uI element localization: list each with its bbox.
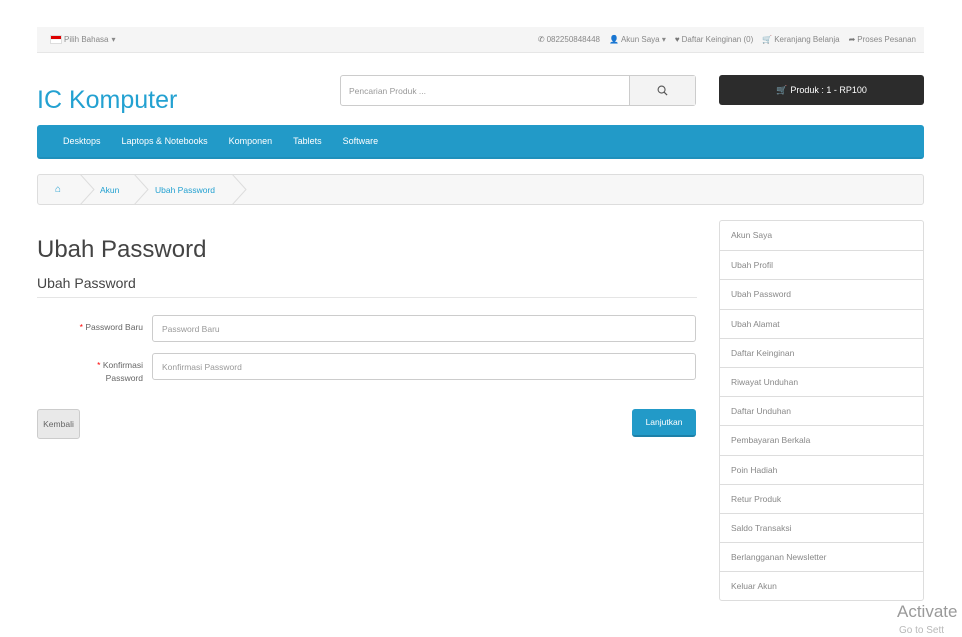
nav-item-komponen[interactable]: Komponen (229, 136, 273, 146)
sidebar-item-pembayaran-berkala[interactable]: Pembayaran Berkala (720, 425, 923, 454)
cart-summary: Produk : 1 - RP100 (790, 85, 867, 95)
main-nav: Desktops Laptops & Notebooks Komponen Ta… (37, 125, 924, 159)
nav-item-software[interactable]: Software (343, 136, 379, 146)
legend-divider (37, 297, 697, 298)
sidebar-item-akun-saya[interactable]: Akun Saya (720, 221, 923, 250)
sidebar-item-newsletter[interactable]: Berlangganan Newsletter (720, 542, 923, 571)
user-icon: 👤 (608, 35, 619, 44)
activation-watermark-sub: Go to Sett (899, 625, 945, 636)
sidebar-item-retur-produk[interactable]: Retur Produk (720, 483, 923, 513)
language-label: Pilih Bahasa (64, 35, 109, 44)
sidebar-item-riwayat-unduhan[interactable]: Riwayat Unduhan (720, 366, 923, 396)
breadcrumb-separator (133, 174, 149, 205)
sidebar-item-ubah-profil[interactable]: Ubah Profil (720, 250, 923, 279)
search-button[interactable] (629, 76, 695, 105)
activation-watermark: Activate (897, 602, 958, 621)
nav-item-tablets[interactable]: Tablets (293, 136, 322, 146)
home-icon[interactable]: ⌂ (55, 184, 61, 195)
confirm-label-text: Konfirmasi Password (102, 360, 143, 383)
checkout-label: Proses Pesanan (857, 35, 916, 44)
required-marker: * (79, 322, 83, 332)
top-bar: Pilih Bahasa ▾ ✆ 082250848448 👤 Akun Saya … (37, 27, 924, 53)
sidebar-item-ubah-password[interactable]: Ubah Password (720, 279, 923, 308)
share-arrow-icon: ➦ (848, 35, 856, 44)
search-box[interactable]: Pencarian Produk ... (340, 75, 696, 106)
sidebar-item-poin-hadiah[interactable]: Poin Hadiah (720, 454, 923, 484)
breadcrumb-ubah-password[interactable]: Ubah Password (155, 185, 215, 195)
breadcrumb: ⌂ Akun Ubah Password (37, 174, 924, 205)
required-marker: * (97, 360, 101, 370)
wishlist-link[interactable]: ♥ Daftar Keinginan (0) (675, 35, 753, 44)
sidebar-item-ubah-alamat[interactable]: Ubah Alamat (720, 308, 923, 338)
search-icon (657, 85, 668, 96)
sidebar-item-saldo-transaksi[interactable]: Saldo Transaksi (720, 512, 923, 542)
sidebar-item-keluar-akun[interactable]: Keluar Akun (720, 571, 923, 600)
password-label: * Password Baru (50, 322, 143, 332)
confirm-label: * Konfirmasi Password (62, 359, 143, 385)
breadcrumb-separator (79, 174, 95, 205)
password-placeholder: Password Baru (162, 324, 220, 334)
confirm-placeholder: Konfirmasi Password (162, 362, 242, 372)
confirm-password-field[interactable]: Konfirmasi Password (152, 353, 696, 380)
phone-icon: ✆ (537, 35, 545, 44)
site-logo[interactable]: IC Komputer (37, 86, 177, 115)
breadcrumb-separator (231, 174, 247, 205)
shopping-cart-icon: 🛒 (762, 35, 773, 44)
account-label: Akun Saya (620, 35, 660, 44)
cart-label: Keranjang Belanja (774, 35, 840, 44)
continue-button[interactable]: Lanjutkan (632, 409, 696, 437)
caret-down-icon: ▾ (111, 35, 116, 44)
password-field[interactable]: Password Baru (152, 315, 696, 342)
page-title: Ubah Password (37, 236, 207, 263)
cart-button[interactable]: 🛒 Produk : 1 - RP100 (719, 75, 924, 105)
account-sidebar: Akun Saya Ubah Profil Ubah Password Ubah… (719, 220, 924, 602)
sidebar-item-daftar-unduhan[interactable]: Daftar Unduhan (720, 396, 923, 425)
caret-down-icon: ▾ (661, 35, 666, 44)
search-input[interactable]: Pencarian Produk ... (349, 86, 426, 96)
breadcrumb-akun[interactable]: Akun (100, 185, 119, 195)
checkout-link[interactable]: ➦ Proses Pesanan (849, 35, 916, 44)
cart-link[interactable]: 🛒 Keranjang Belanja (762, 35, 839, 44)
nav-item-laptops[interactable]: Laptops & Notebooks (122, 136, 208, 146)
phone-link[interactable]: ✆ 082250848448 (538, 35, 600, 44)
sidebar-item-daftar-keinginan[interactable]: Daftar Keinginan (720, 337, 923, 367)
nav-item-desktops[interactable]: Desktops (63, 136, 101, 146)
wishlist-label: Daftar Keinginan (0) (681, 35, 754, 44)
language-selector[interactable]: Pilih Bahasa ▾ (50, 35, 116, 44)
shopping-cart-icon: 🛒 (776, 84, 788, 95)
heart-icon: ♥ (674, 35, 680, 44)
back-button[interactable]: Kembali (37, 409, 80, 439)
phone-number: 082250848448 (546, 35, 600, 44)
account-menu[interactable]: 👤 Akun Saya ▾ (609, 35, 666, 44)
flag-icon (50, 35, 62, 44)
password-label-text: Password Baru (85, 322, 143, 332)
form-legend: Ubah Password (37, 275, 136, 291)
